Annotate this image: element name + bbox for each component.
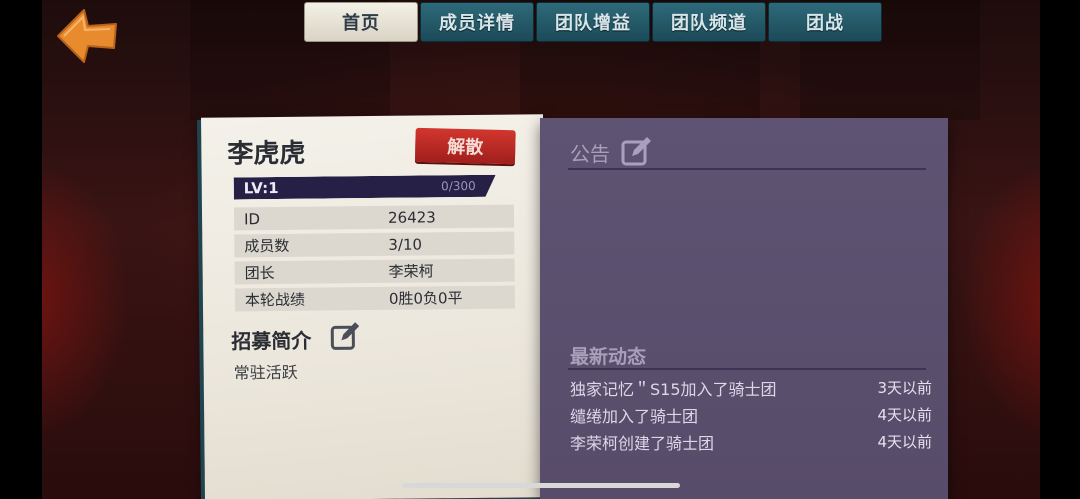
screen-edge-right bbox=[1040, 0, 1080, 499]
notice-title: 公告 bbox=[570, 142, 610, 166]
info-row-record: 本轮战绩 0胜0负0平 bbox=[234, 285, 516, 312]
level-exp: 0/300 bbox=[441, 178, 476, 194]
info-row-members: 成员数 3/10 bbox=[234, 231, 515, 258]
info-value: 3/10 bbox=[388, 234, 423, 254]
edit-icon bbox=[330, 322, 360, 350]
team-name: 李虎虎 bbox=[227, 138, 306, 170]
level-bar: LV:1 0/300 bbox=[234, 175, 496, 200]
team-info-card: 李虎虎 解散 LV:1 0/300 ID 26423 成员数 3/10 团长 李… bbox=[201, 114, 547, 499]
recruit-edit-button[interactable] bbox=[329, 320, 361, 352]
info-value: 0胜0负0平 bbox=[388, 289, 463, 308]
divider bbox=[568, 168, 926, 170]
edit-icon bbox=[621, 137, 651, 166]
tab-team-battle[interactable]: 团战 bbox=[768, 2, 882, 42]
back-arrow-icon bbox=[57, 9, 117, 63]
home-indicator[interactable] bbox=[402, 483, 680, 488]
divider bbox=[568, 368, 926, 370]
team-info-table: ID 26423 成员数 3/10 团长 李荣柯 本轮战绩 0胜0负0平 bbox=[233, 204, 516, 316]
news-item: 独家记忆＂S15加入了骑士团 3天以前 bbox=[570, 374, 932, 401]
news-item: 缱绻加入了骑士团 4天以前 bbox=[570, 401, 932, 428]
disband-button[interactable]: 解散 bbox=[414, 127, 516, 165]
back-button[interactable] bbox=[54, 6, 120, 64]
notice-board: 公告 最新动态 独家记忆＂S15加入了骑士团 3天以前 缱绻加入了骑士团 4天以… bbox=[540, 118, 948, 499]
news-text: 缱绻加入了骑士团 bbox=[570, 406, 699, 426]
news-time: 3天以前 bbox=[877, 379, 932, 397]
level-label: LV:1 bbox=[243, 178, 279, 198]
notice-edit-button[interactable] bbox=[620, 134, 654, 168]
info-key: 团长 bbox=[244, 264, 275, 283]
recruit-title: 招募简介 bbox=[231, 328, 312, 354]
info-value: 26423 bbox=[387, 207, 436, 227]
screen-edge-left bbox=[0, 0, 42, 499]
news-time: 4天以前 bbox=[877, 406, 932, 424]
news-list: 独家记忆＂S15加入了骑士团 3天以前 缱绻加入了骑士团 4天以前 李荣柯创建了… bbox=[570, 374, 932, 455]
news-time: 4天以前 bbox=[877, 433, 932, 451]
info-row-id: ID 26423 bbox=[233, 204, 515, 231]
info-key: 本轮战绩 bbox=[244, 290, 306, 310]
news-title: 最新动态 bbox=[570, 346, 647, 368]
recruit-text: 常驻活跃 bbox=[233, 362, 298, 383]
news-item: 李荣柯创建了骑士团 4天以前 bbox=[570, 428, 932, 455]
info-key: ID bbox=[243, 209, 261, 228]
tab-home[interactable]: 首页 bbox=[304, 2, 418, 42]
info-row-leader: 团长 李荣柯 bbox=[234, 258, 515, 285]
tab-team-channel[interactable]: 团队频道 bbox=[652, 2, 766, 42]
info-value: 李荣柯 bbox=[388, 262, 434, 281]
info-key: 成员数 bbox=[244, 236, 290, 256]
tab-bar: 首页 成员详情 团队增益 团队频道 团战 bbox=[304, 2, 882, 42]
tab-member-details[interactable]: 成员详情 bbox=[420, 2, 534, 42]
news-text: 李荣柯创建了骑士团 bbox=[570, 433, 715, 453]
tab-team-buffs[interactable]: 团队增益 bbox=[536, 2, 650, 42]
news-text: 独家记忆＂S15加入了骑士团 bbox=[570, 379, 777, 399]
